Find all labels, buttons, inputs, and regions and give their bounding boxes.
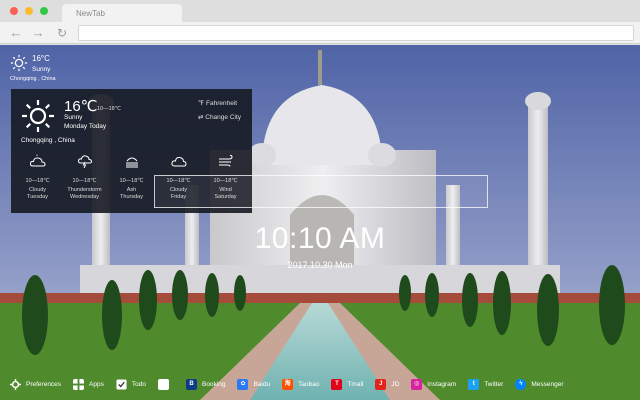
forecast-item: 10—18℃ Ash Thursday bbox=[108, 154, 155, 206]
messenger-label: Messenger bbox=[531, 380, 564, 388]
forecast-condition: Thunderstorm bbox=[67, 187, 102, 193]
todo-button[interactable]: Todo bbox=[116, 378, 146, 390]
ash-icon bbox=[125, 157, 138, 168]
browser-toolbar: ← → ↻ bbox=[0, 22, 640, 44]
sun-icon bbox=[22, 100, 54, 132]
forward-button[interactable]: → bbox=[30, 25, 46, 41]
wind-icon bbox=[218, 154, 233, 167]
baidu-label: Baidu bbox=[253, 380, 271, 388]
mini-weather-widget[interactable]: 16°C Sunny Chongqing , China bbox=[8, 52, 78, 86]
jd-link[interactable]: J JD bbox=[375, 378, 400, 390]
sun-icon bbox=[10, 54, 28, 72]
forecast-condition: Ash bbox=[126, 187, 137, 193]
taobao-link[interactable]: 淘 Taobao bbox=[282, 378, 320, 390]
clock-date: 2017.10.30 Mon bbox=[287, 260, 353, 270]
todo-label: Todo bbox=[131, 380, 146, 388]
apps-button[interactable]: Apps bbox=[73, 378, 104, 390]
jd-label: JD bbox=[391, 380, 400, 388]
apps-label: Apps bbox=[89, 380, 104, 388]
preferences-button[interactable]: Preferences bbox=[10, 378, 62, 390]
booking-label: Booking bbox=[201, 380, 226, 388]
taobao-icon: 淘 bbox=[282, 378, 294, 390]
forecast-day: Tuesday bbox=[27, 194, 48, 200]
close-window-button[interactable] bbox=[10, 7, 18, 15]
grid-icon bbox=[73, 378, 85, 390]
taobao-label: Taobao bbox=[298, 380, 320, 388]
thunderstorm-icon bbox=[77, 155, 92, 168]
checkbox-icon bbox=[116, 378, 127, 390]
twitter-link[interactable]: t Twitter bbox=[468, 378, 504, 390]
gear-icon bbox=[10, 378, 21, 390]
forecast-item: 10—18℃ Thunderstorm Wednesday bbox=[61, 154, 108, 206]
change-city-button[interactable]: ⇄ Change City bbox=[198, 113, 241, 121]
tmall-link[interactable]: T Tmall bbox=[331, 378, 364, 390]
booking-icon: B bbox=[185, 378, 197, 390]
current-day: Monday Today bbox=[64, 123, 107, 130]
browser-tab[interactable]: NewTab bbox=[62, 4, 182, 22]
forecast-condition: Cloudy bbox=[28, 187, 47, 193]
messenger-link[interactable]: ϟ Messenger bbox=[515, 378, 564, 390]
forecast-day: Wednesday bbox=[70, 194, 99, 200]
twitter-label: Twitter bbox=[484, 380, 504, 388]
search-input[interactable] bbox=[154, 175, 488, 208]
twitter-icon: t bbox=[468, 378, 480, 390]
cloud-icon bbox=[170, 156, 187, 167]
shortcut-box[interactable] bbox=[157, 378, 174, 390]
tab-title: NewTab bbox=[76, 9, 105, 18]
fahrenheit-toggle[interactable]: ℉ Fahrenheit bbox=[198, 99, 237, 107]
forecast-range: 10—18℃ bbox=[119, 178, 144, 184]
temperature-range: 10—18℃ bbox=[97, 106, 121, 112]
tmall-label: Tmall bbox=[347, 380, 364, 388]
instagram-icon: ◎ bbox=[411, 378, 423, 390]
bottom-toolbar: Preferences Apps Todo B Booking ✿ Baidu … bbox=[0, 372, 640, 396]
weather-city: Chongqing , China bbox=[21, 137, 75, 144]
mini-condition: Sunny bbox=[32, 66, 51, 73]
forecast-range: 10—18℃ bbox=[72, 178, 97, 184]
booking-link[interactable]: B Booking bbox=[185, 378, 226, 390]
baidu-link[interactable]: ✿ Baidu bbox=[237, 378, 271, 390]
preferences-label: Preferences bbox=[26, 380, 62, 388]
browser-titlebar: NewTab bbox=[0, 0, 640, 22]
instagram-label: Instagram bbox=[427, 380, 457, 388]
box-icon bbox=[157, 378, 169, 390]
minimize-window-button[interactable] bbox=[25, 7, 33, 15]
address-bar[interactable] bbox=[78, 25, 634, 41]
jd-icon: J bbox=[375, 378, 387, 390]
mini-temperature: 16°C bbox=[32, 54, 50, 63]
cloudy-icon bbox=[29, 154, 46, 167]
mini-city: Chongqing , China bbox=[10, 76, 56, 82]
forecast-day: Thursday bbox=[120, 194, 143, 200]
baidu-icon: ✿ bbox=[237, 378, 249, 390]
clock-time: 10:10 AM bbox=[254, 222, 386, 255]
forecast-range: 10—18℃ bbox=[25, 178, 50, 184]
current-temperature: 16℃ bbox=[64, 98, 98, 115]
reload-button[interactable]: ↻ bbox=[54, 25, 70, 41]
tmall-icon: T bbox=[331, 378, 343, 390]
back-button[interactable]: ← bbox=[8, 25, 24, 41]
maximize-window-button[interactable] bbox=[40, 7, 48, 15]
current-condition: Sunny bbox=[64, 114, 83, 121]
messenger-icon: ϟ bbox=[515, 378, 527, 390]
forecast-item: 10—18℃ Cloudy Tuesday bbox=[14, 154, 61, 206]
instagram-link[interactable]: ◎ Instagram bbox=[411, 378, 457, 390]
